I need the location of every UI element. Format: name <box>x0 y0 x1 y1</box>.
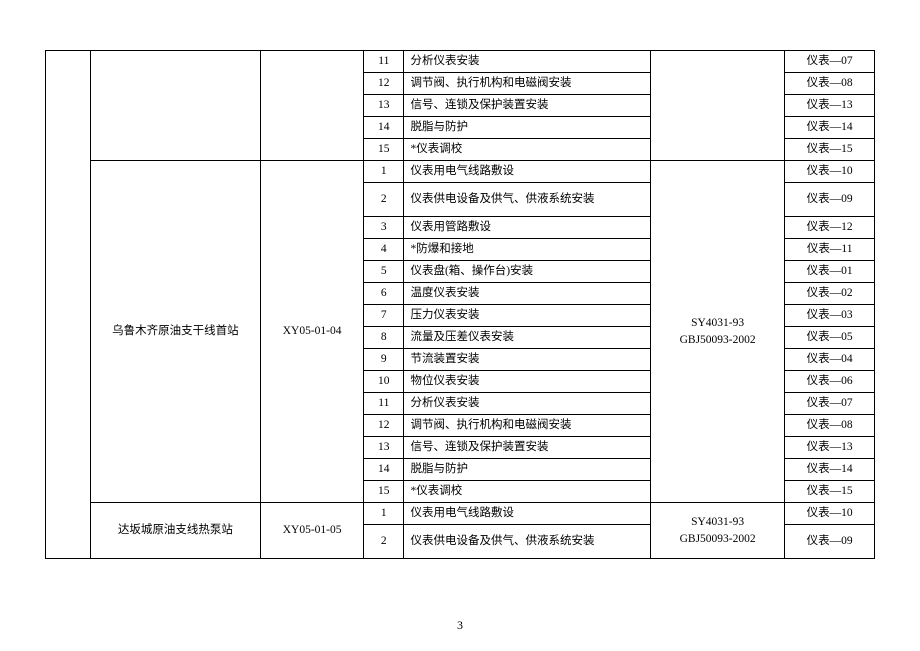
instrument-ref: 仪表—02 <box>785 283 875 305</box>
row-number: 7 <box>364 305 404 327</box>
row-number: 1 <box>364 503 404 525</box>
row-number: 3 <box>364 217 404 239</box>
station-name <box>90 51 260 161</box>
row-description: 节流装置安装 <box>404 349 650 371</box>
row-number: 13 <box>364 437 404 459</box>
row-number: 11 <box>364 393 404 415</box>
instrument-ref: 仪表—07 <box>785 51 875 73</box>
document-page: 11分析仪表安装仪表—0712调节阀、执行机构和电磁阀安装仪表—0813信号、连… <box>0 0 920 589</box>
instrument-ref: 仪表—07 <box>785 393 875 415</box>
instrument-ref: 仪表—10 <box>785 161 875 183</box>
instrument-ref: 仪表—08 <box>785 73 875 95</box>
row-number: 12 <box>364 415 404 437</box>
row-number: 9 <box>364 349 404 371</box>
row-number: 10 <box>364 371 404 393</box>
row-number: 4 <box>364 239 404 261</box>
row-description: 仪表供电设备及供气、供液系统安装 <box>404 183 650 217</box>
row-number: 8 <box>364 327 404 349</box>
row-number: 12 <box>364 73 404 95</box>
standard-ref <box>650 51 784 161</box>
row-description: 分析仪表安装 <box>404 393 650 415</box>
instrument-ref: 仪表—10 <box>785 503 875 525</box>
instrument-ref: 仪表—15 <box>785 139 875 161</box>
instrument-ref: 仪表—06 <box>785 371 875 393</box>
row-description: 温度仪表安装 <box>404 283 650 305</box>
table-row: 11分析仪表安装 仪表—07 <box>46 51 875 73</box>
row-description: 仪表供电设备及供气、供液系统安装 <box>404 525 650 559</box>
instrument-ref: 仪表—01 <box>785 261 875 283</box>
row-description: 脱脂与防护 <box>404 117 650 139</box>
station-name: 乌鲁木齐原油支干线首站 <box>90 161 260 503</box>
row-description: 脱脂与防护 <box>404 459 650 481</box>
instrument-ref: 仪表—03 <box>785 305 875 327</box>
station-code: XY05-01-05 <box>261 503 364 559</box>
instrument-ref: 仪表—09 <box>785 183 875 217</box>
station-name: 达坂城原油支线热泵站 <box>90 503 260 559</box>
row-number: 14 <box>364 117 404 139</box>
row-description: 分析仪表安装 <box>404 51 650 73</box>
spec-table: 11分析仪表安装仪表—0712调节阀、执行机构和电磁阀安装仪表—0813信号、连… <box>45 50 875 559</box>
instrument-ref: 仪表—11 <box>785 239 875 261</box>
page-number: 3 <box>0 618 920 633</box>
instrument-ref: 仪表—05 <box>785 327 875 349</box>
row-number: 15 <box>364 481 404 503</box>
instrument-ref: 仪表—15 <box>785 481 875 503</box>
row-description: 调节阀、执行机构和电磁阀安装 <box>404 73 650 95</box>
blank-col <box>46 51 91 559</box>
table-row: 达坂城原油支线热泵站XY05-01-051仪表用电气线路敷设SY4031-93 … <box>46 503 875 525</box>
standard-ref: SY4031-93 GBJ50093-2002 <box>650 161 784 503</box>
standard-ref: SY4031-93 GBJ50093-2002 <box>650 503 784 559</box>
instrument-ref: 仪表—13 <box>785 437 875 459</box>
row-description: 信号、连锁及保护装置安装 <box>404 95 650 117</box>
row-number: 15 <box>364 139 404 161</box>
row-description: *防爆和接地 <box>404 239 650 261</box>
instrument-ref: 仪表—14 <box>785 117 875 139</box>
row-number: 1 <box>364 161 404 183</box>
table-row: 乌鲁木齐原油支干线首站XY05-01-041仪表用电气线路敷设SY4031-93… <box>46 161 875 183</box>
instrument-ref: 仪表—09 <box>785 525 875 559</box>
row-number: 11 <box>364 51 404 73</box>
row-description: 仪表用管路敷设 <box>404 217 650 239</box>
instrument-ref: 仪表—14 <box>785 459 875 481</box>
row-number: 2 <box>364 183 404 217</box>
instrument-ref: 仪表—04 <box>785 349 875 371</box>
row-number: 6 <box>364 283 404 305</box>
row-description: 压力仪表安装 <box>404 305 650 327</box>
row-description: 仪表盘(箱、操作台)安装 <box>404 261 650 283</box>
row-number: 2 <box>364 525 404 559</box>
station-code: XY05-01-04 <box>261 161 364 503</box>
row-number: 13 <box>364 95 404 117</box>
row-number: 14 <box>364 459 404 481</box>
station-code <box>261 51 364 161</box>
instrument-ref: 仪表—12 <box>785 217 875 239</box>
row-description: 物位仪表安装 <box>404 371 650 393</box>
row-description: *仪表调校 <box>404 481 650 503</box>
row-description: 仪表用电气线路敷设 <box>404 161 650 183</box>
row-description: 调节阀、执行机构和电磁阀安装 <box>404 415 650 437</box>
row-description: 流量及压差仪表安装 <box>404 327 650 349</box>
instrument-ref: 仪表—13 <box>785 95 875 117</box>
row-description: *仪表调校 <box>404 139 650 161</box>
instrument-ref: 仪表—08 <box>785 415 875 437</box>
row-description: 仪表用电气线路敷设 <box>404 503 650 525</box>
row-number: 5 <box>364 261 404 283</box>
row-description: 信号、连锁及保护装置安装 <box>404 437 650 459</box>
